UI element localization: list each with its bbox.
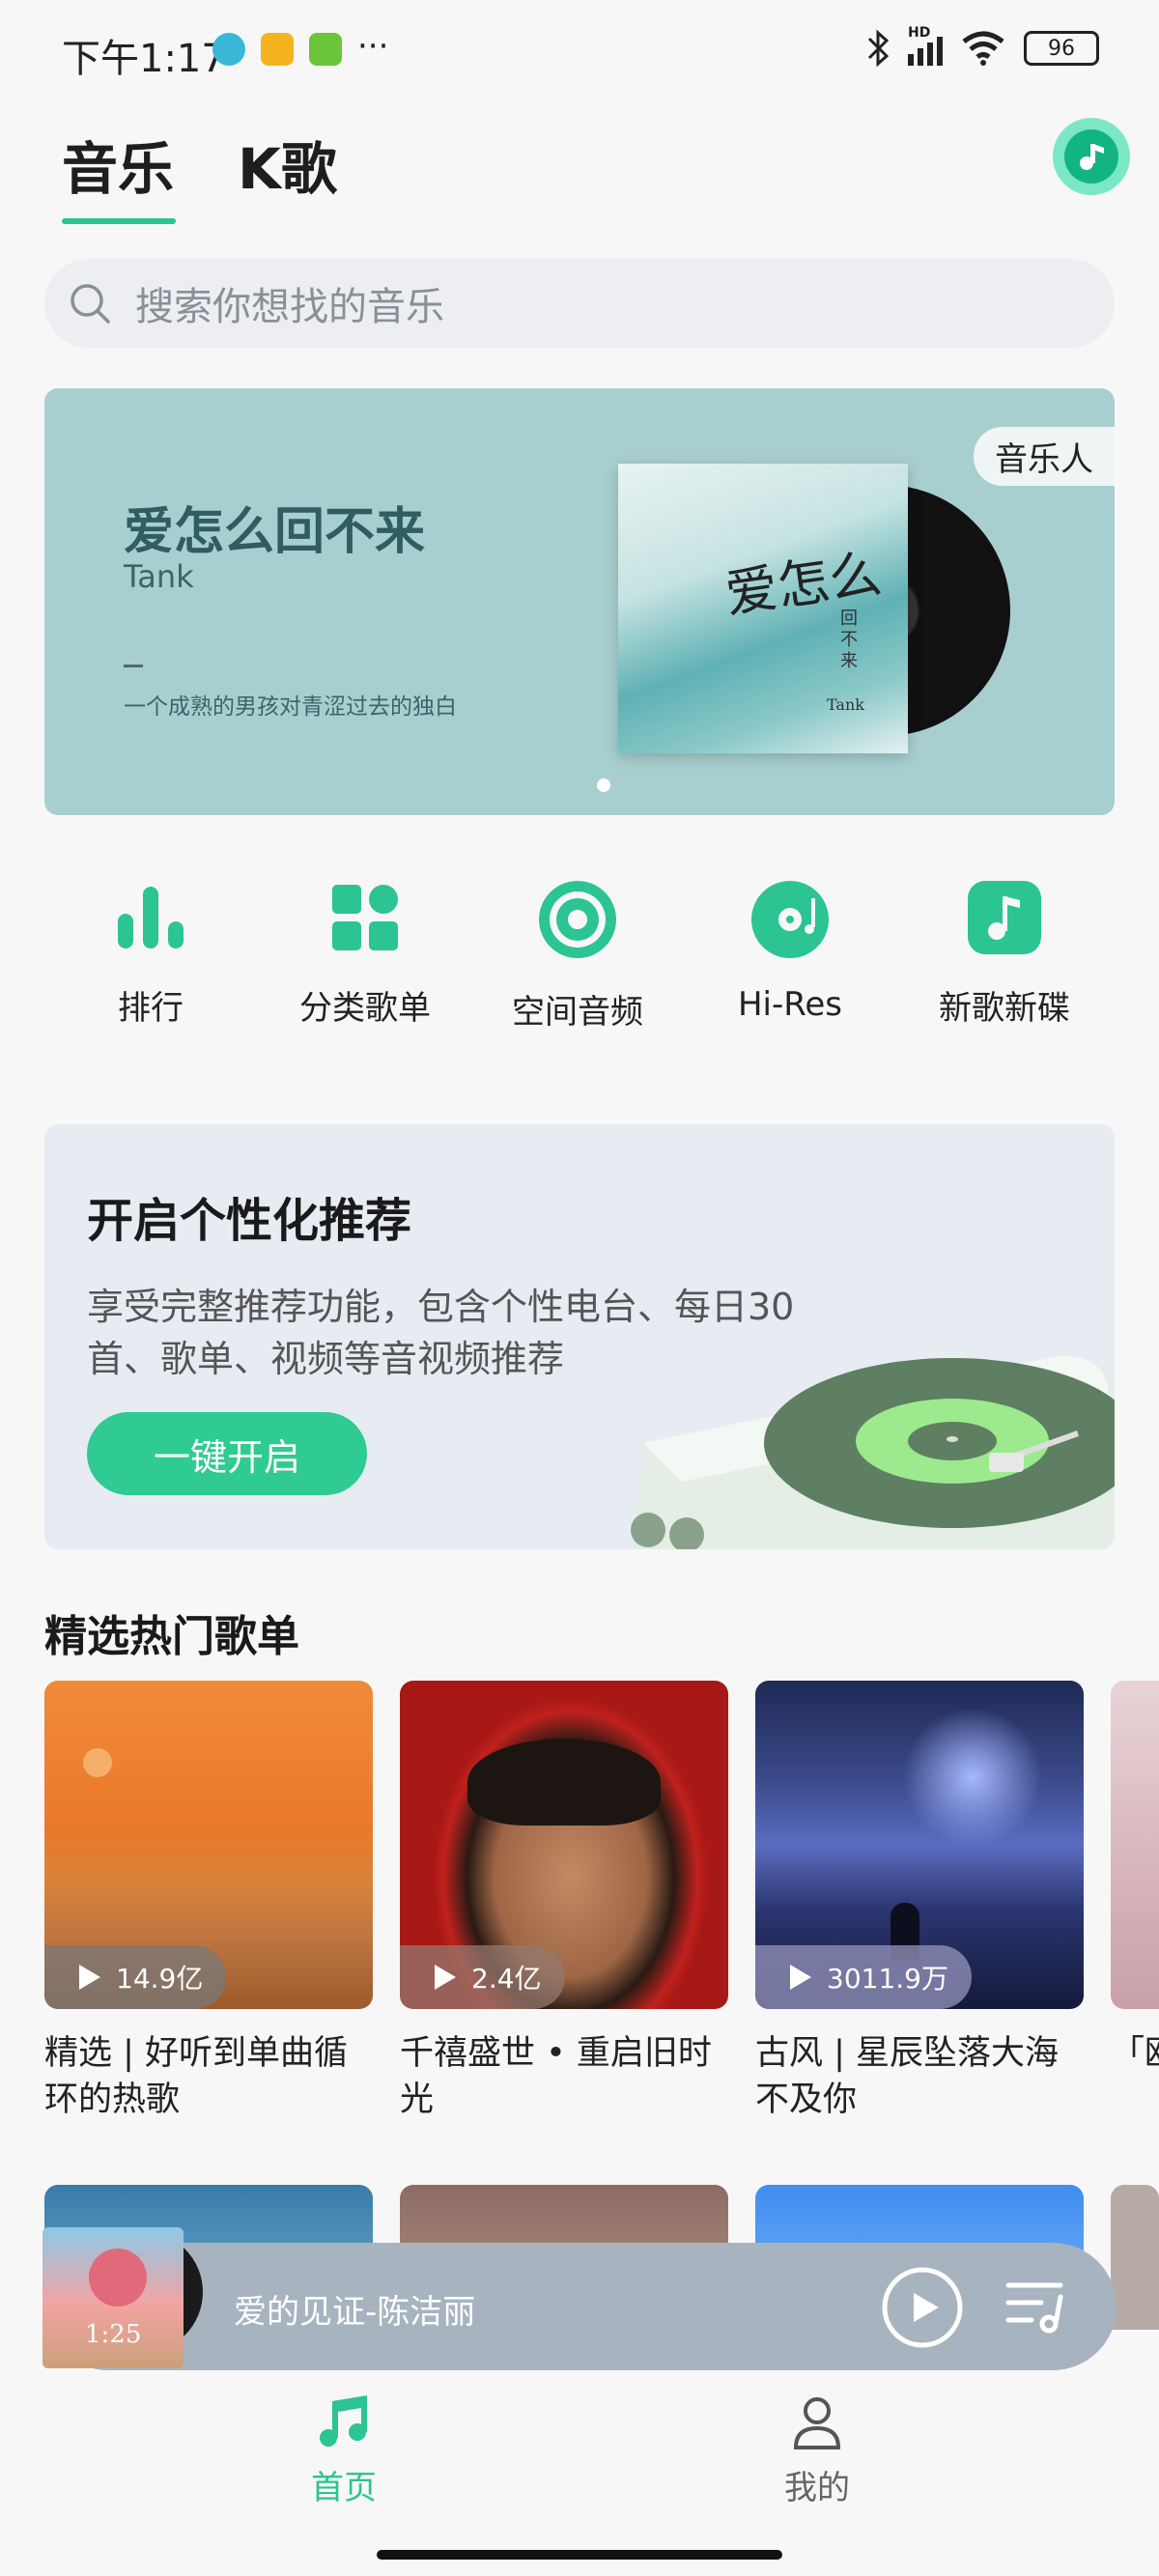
bar-chart-icon <box>118 887 184 948</box>
grid-icon <box>332 885 398 950</box>
signal-icon: HD <box>908 25 943 66</box>
play-count: 2.4亿 <box>471 1963 542 1995</box>
more-notifications-icon: ··· <box>357 27 389 66</box>
playlist-title: 「欧 <box>1111 2034 1159 2073</box>
playlist-cover[interactable]: 14.9亿 <box>44 1681 373 2009</box>
featured-banner[interactable]: 爱怎么回不来 Tank 一个成熟的男孩对青涩过去的独白 音乐人 爱怎么 回不来 … <box>44 388 1115 815</box>
network-type-label: HD <box>908 25 931 41</box>
nav-home[interactable]: 首页 <box>267 2393 421 2508</box>
bluetooth-icon <box>867 29 890 68</box>
play-count: 3011.9万 <box>827 1963 948 1995</box>
system-icons: HD 96 <box>867 25 1099 68</box>
play-count-pill[interactable]: 2.4亿 <box>400 1945 565 2009</box>
now-playing-cover[interactable]: 1:25 <box>42 2227 207 2370</box>
playlist-title: 古风 | 星辰坠落大海不及你 <box>755 2034 1060 2119</box>
banner-tag: 音乐人 <box>974 427 1115 486</box>
nav-home-label: 首页 <box>311 2469 377 2507</box>
enable-recommendation-button[interactable]: 一键开启 <box>87 1412 367 1495</box>
now-playing-title: 爱的见证-陈洁丽 <box>234 2293 476 2332</box>
notification-icons: ··· <box>212 27 389 66</box>
play-count: 14.9亿 <box>116 1963 204 1995</box>
personalized-recommendation-card: 开启个性化推荐 享受完整推荐功能，包含个性电台、每日30首、歌单、视频等音视频推… <box>44 1124 1115 1549</box>
spatial-audio-icon <box>539 881 616 958</box>
play-icon <box>79 1965 100 1990</box>
now-playing-cover-text: 1:25 <box>85 2320 142 2349</box>
play-count-pill[interactable]: 14.9亿 <box>44 1945 227 2009</box>
status-time: 下午1:17 <box>62 37 226 81</box>
playlist-card[interactable]: 3011.9万 古风 | 星辰坠落大海不及你 <box>755 1681 1084 2123</box>
search-icon <box>71 284 110 324</box>
album-artist: Tank <box>827 695 864 714</box>
playlist-card-partial[interactable]: 「欧 <box>1111 1681 1159 2077</box>
category-playlist-button[interactable]: 分类歌单 <box>269 879 462 1029</box>
hi-res-label: Hi-Res <box>737 985 842 1024</box>
hi-res-button[interactable]: Hi-Res <box>693 879 887 1024</box>
promo-title: 开启个性化推荐 <box>87 1194 412 1248</box>
new-releases-button[interactable]: 新歌新碟 <box>908 879 1101 1029</box>
album-subtitle: 回不来 <box>840 609 858 671</box>
active-tab-indicator <box>62 218 176 224</box>
weibo-icon <box>261 33 294 66</box>
music-note-icon <box>968 881 1041 954</box>
nav-mine-label: 我的 <box>784 2469 850 2507</box>
banner-divider <box>124 665 143 667</box>
category-playlist-label: 分类歌单 <box>299 989 431 1028</box>
playlist-queue-icon <box>1005 2282 1063 2334</box>
playlist-cover[interactable]: 2.4亿 <box>400 1681 728 2009</box>
playlist-title: 精选 | 好听到单曲循环的热歌 <box>44 2034 349 2119</box>
home-indicator[interactable] <box>377 2550 782 2560</box>
playlist-title: 千禧盛世 • 重启旧时光 <box>400 2034 712 2119</box>
play-count-pill[interactable]: 3011.9万 <box>755 1945 972 2009</box>
play-circle-icon <box>882 2267 963 2348</box>
home-music-icon <box>320 2395 367 2447</box>
banner-description: 一个成熟的男孩对青涩过去的独白 <box>124 694 457 720</box>
play-icon <box>790 1965 811 1990</box>
ranking-label: 排行 <box>118 989 184 1028</box>
tab-karaoke[interactable]: K歌 <box>238 124 337 205</box>
spatial-audio-label: 空间音频 <box>512 993 643 1032</box>
spatial-audio-button[interactable]: 空间音频 <box>481 879 674 1033</box>
app-notification-icon <box>212 33 245 66</box>
download-icon <box>309 33 342 66</box>
banner-page-indicator[interactable] <box>597 778 610 792</box>
playlist-card[interactable]: 14.9亿 精选 | 好听到单曲循环的热歌 <box>44 1681 373 2123</box>
section-title: 精选热门歌单 <box>44 1612 299 1661</box>
music-note-icon <box>1080 144 1104 170</box>
search-bar[interactable]: 搜索你想找的音乐 <box>44 259 1115 348</box>
banner-artist: Tank <box>124 558 194 595</box>
tab-music[interactable]: 音乐 <box>62 124 174 205</box>
playlist-cover[interactable]: 3011.9万 <box>755 1681 1084 2009</box>
playlist-cover[interactable] <box>1111 2185 1159 2330</box>
banner-album-cover: 爱怎么 回不来 Tank <box>618 464 908 753</box>
playlist-queue-button[interactable] <box>1003 2272 1070 2343</box>
play-icon <box>435 1965 456 1990</box>
user-icon <box>793 2397 841 2449</box>
turntable-illustration <box>631 1355 1115 1549</box>
play-button[interactable] <box>881 2266 964 2353</box>
playlist-cover[interactable] <box>1111 1681 1159 2009</box>
wifi-icon <box>962 31 1004 66</box>
music-app-logo-button[interactable] <box>1053 118 1130 195</box>
search-placeholder: 搜索你想找的音乐 <box>135 285 444 329</box>
nav-mine[interactable]: 我的 <box>740 2393 894 2508</box>
banner-title: 爱怎么回不来 <box>124 503 426 561</box>
playlist-card[interactable]: 2.4亿 千禧盛世 • 重启旧时光 <box>400 1681 728 2123</box>
ranking-button[interactable]: 排行 <box>54 879 247 1029</box>
new-releases-label: 新歌新碟 <box>939 989 1070 1028</box>
battery-indicator: 96 <box>1024 31 1099 66</box>
disc-icon <box>751 881 829 958</box>
